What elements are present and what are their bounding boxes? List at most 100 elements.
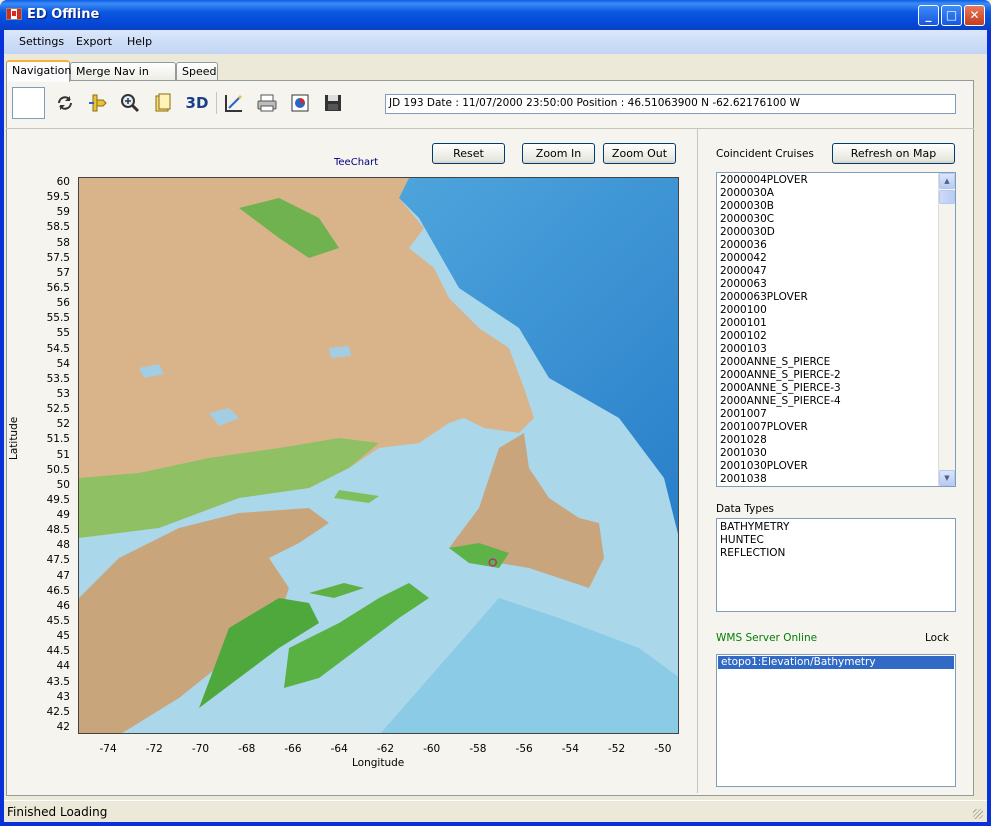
menu-bar: Settings Export Help <box>4 30 987 54</box>
print-icon[interactable] <box>254 90 280 116</box>
status-bar: Finished Loading <box>4 800 987 822</box>
cruise-list-item[interactable]: 2000ANNE_S_PIERCE <box>717 356 955 369</box>
zoom-icon[interactable] <box>117 90 143 116</box>
cruise-list-item[interactable]: 2000047 <box>717 265 955 278</box>
data-type-item[interactable]: REFLECTION <box>717 547 955 560</box>
menu-help[interactable]: Help <box>127 35 152 48</box>
y-tick-label: 56 <box>56 297 70 310</box>
tab-navigation[interactable]: Navigation <box>6 60 71 82</box>
y-tick-label: 47 <box>56 569 70 582</box>
cruise-list-item[interactable]: 2000004PLOVER <box>717 174 955 187</box>
y-tick-label: 53 <box>56 387 70 400</box>
cruise-list-item[interactable]: 2001028 <box>717 434 955 447</box>
y-tick-label: 53.5 <box>46 372 70 385</box>
resize-grip[interactable] <box>973 809 983 819</box>
y-tick-label: 59.5 <box>46 191 70 204</box>
y-tick-label: 46 <box>56 599 70 612</box>
cruise-list-item[interactable]: 2000103 <box>717 343 955 356</box>
3d-icon[interactable]: 3D <box>184 90 210 116</box>
x-tick-label: -50 <box>654 743 672 755</box>
refresh-icon[interactable] <box>52 90 78 116</box>
y-tick-label: 55.5 <box>46 312 70 325</box>
cruise-list-item[interactable]: 2001007PLOVER <box>717 421 955 434</box>
maximize-icon[interactable]: □ <box>941 5 962 26</box>
y-tick-label: 45 <box>56 630 70 643</box>
wms-layer-item[interactable]: etopo1:Elevation/Bathymetry <box>718 656 954 669</box>
cruise-list-item[interactable]: 2000ANNE_S_PIERCE-4 <box>717 395 955 408</box>
cruise-list-item[interactable]: 2000100 <box>717 304 955 317</box>
zoom-in-button[interactable]: Zoom In <box>522 143 595 164</box>
cruise-list-item[interactable]: 2000042 <box>717 252 955 265</box>
cruise-list-item[interactable]: 2000063 <box>717 278 955 291</box>
chart-edit-icon[interactable] <box>221 90 247 116</box>
cruise-list-item[interactable]: 2001030PLOVER <box>717 460 955 473</box>
y-tick-label: 59 <box>56 206 70 219</box>
panel-divider[interactable] <box>697 129 698 793</box>
layers-icon[interactable] <box>150 90 176 116</box>
tab-speed[interactable]: Speed <box>176 62 218 81</box>
client-area: Settings Export Help Navigation Merge Na… <box>4 30 987 822</box>
y-tick-label: 42 <box>56 721 70 733</box>
cruise-list-item[interactable]: 2000036 <box>717 239 955 252</box>
cruise-list-item[interactable]: 2000ANNE_S_PIERCE-3 <box>717 382 955 395</box>
wms-layers-listbox[interactable]: etopo1:Elevation/Bathymetry <box>716 654 956 787</box>
menu-settings[interactable]: Settings <box>19 35 64 48</box>
data-type-item[interactable]: HUNTEC <box>717 534 955 547</box>
position-readout[interactable]: JD 193 Date : 11/07/2000 23:50:00 Positi… <box>385 94 956 114</box>
data-type-item[interactable]: BATHYMETRY <box>717 521 955 534</box>
x-tick-label: -52 <box>608 743 626 755</box>
y-tick-label: 47.5 <box>46 554 70 567</box>
y-tick-label: 50.5 <box>46 463 70 476</box>
x-tick-label: -62 <box>376 743 394 755</box>
y-tick-label: 42.5 <box>46 705 70 718</box>
x-tick-label: -64 <box>330 743 348 755</box>
cruise-list-item[interactable]: 2000101 <box>717 317 955 330</box>
lock-label: Lock <box>925 632 949 644</box>
coincident-cruises-label: Coincident Cruises <box>716 148 814 160</box>
lake <box>329 346 351 358</box>
y-tick-label: 52 <box>56 418 70 431</box>
y-tick-label: 49.5 <box>46 493 70 506</box>
export-image-icon[interactable] <box>287 90 313 116</box>
cruise-list-item[interactable]: 2000ANNE_S_PIERCE-2 <box>717 369 955 382</box>
y-tick-label: 54.5 <box>46 342 70 355</box>
cruise-list-item[interactable]: 2001030 <box>717 447 955 460</box>
cruise-list-item[interactable]: 2000030D <box>717 226 955 239</box>
data-types-listbox[interactable]: BATHYMETRY HUNTEC REFLECTION <box>716 518 956 612</box>
cruise-list-item[interactable]: 2000030B <box>717 200 955 213</box>
cruises-scrollbar[interactable]: ▲ ▼ <box>938 173 955 486</box>
scroll-up-icon[interactable]: ▲ <box>939 173 955 189</box>
cruise-list-item[interactable]: 2001007 <box>717 408 955 421</box>
reset-button[interactable]: Reset <box>432 143 505 164</box>
y-tick-label: 57.5 <box>46 251 70 264</box>
y-tick-label: 50 <box>56 478 70 491</box>
minimize-icon[interactable]: _ <box>918 5 939 26</box>
tab-merge-nav[interactable]: Merge Nav in SEGY <box>70 62 176 91</box>
cruise-list-item[interactable]: 2000030A <box>717 187 955 200</box>
x-tick-label: -66 <box>284 743 302 755</box>
scroll-down-icon[interactable]: ▼ <box>939 470 955 486</box>
refresh-on-map-button[interactable]: Refresh on Map <box>832 143 955 164</box>
pan-icon[interactable] <box>84 90 110 116</box>
y-tick-label: 43 <box>56 690 70 703</box>
app-flag-icon <box>6 8 22 20</box>
close-icon[interactable]: ✕ <box>964 5 985 26</box>
cruise-list-item[interactable]: 2000102 <box>717 330 955 343</box>
cruise-list-item[interactable]: 2000030C <box>717 213 955 226</box>
cruise-list-item[interactable]: 2000063PLOVER <box>717 291 955 304</box>
y-tick-label: 60 <box>56 176 70 188</box>
zoom-out-button[interactable]: Zoom Out <box>603 143 676 164</box>
cruises-listbox[interactable]: 2000004PLOVER 2000030A 2000030B 2000030C 200… <box>716 172 956 487</box>
color-swatch-button[interactable] <box>12 87 45 119</box>
y-tick-label: 54 <box>56 357 70 370</box>
save-icon[interactable] <box>320 90 346 116</box>
toolbar-separator <box>216 92 217 114</box>
cruise-list-item[interactable]: 2001038 <box>717 473 955 486</box>
toolbar-divider <box>6 128 974 129</box>
map-chart[interactable] <box>78 177 679 734</box>
wms-status-label: WMS Server Online <box>716 632 818 644</box>
menu-export[interactable]: Export <box>76 35 112 48</box>
title-bar[interactable]: ED Offline _ □ ✕ <box>0 0 991 30</box>
scroll-thumb[interactable] <box>939 190 955 204</box>
x-tick-label: -72 <box>145 743 163 755</box>
